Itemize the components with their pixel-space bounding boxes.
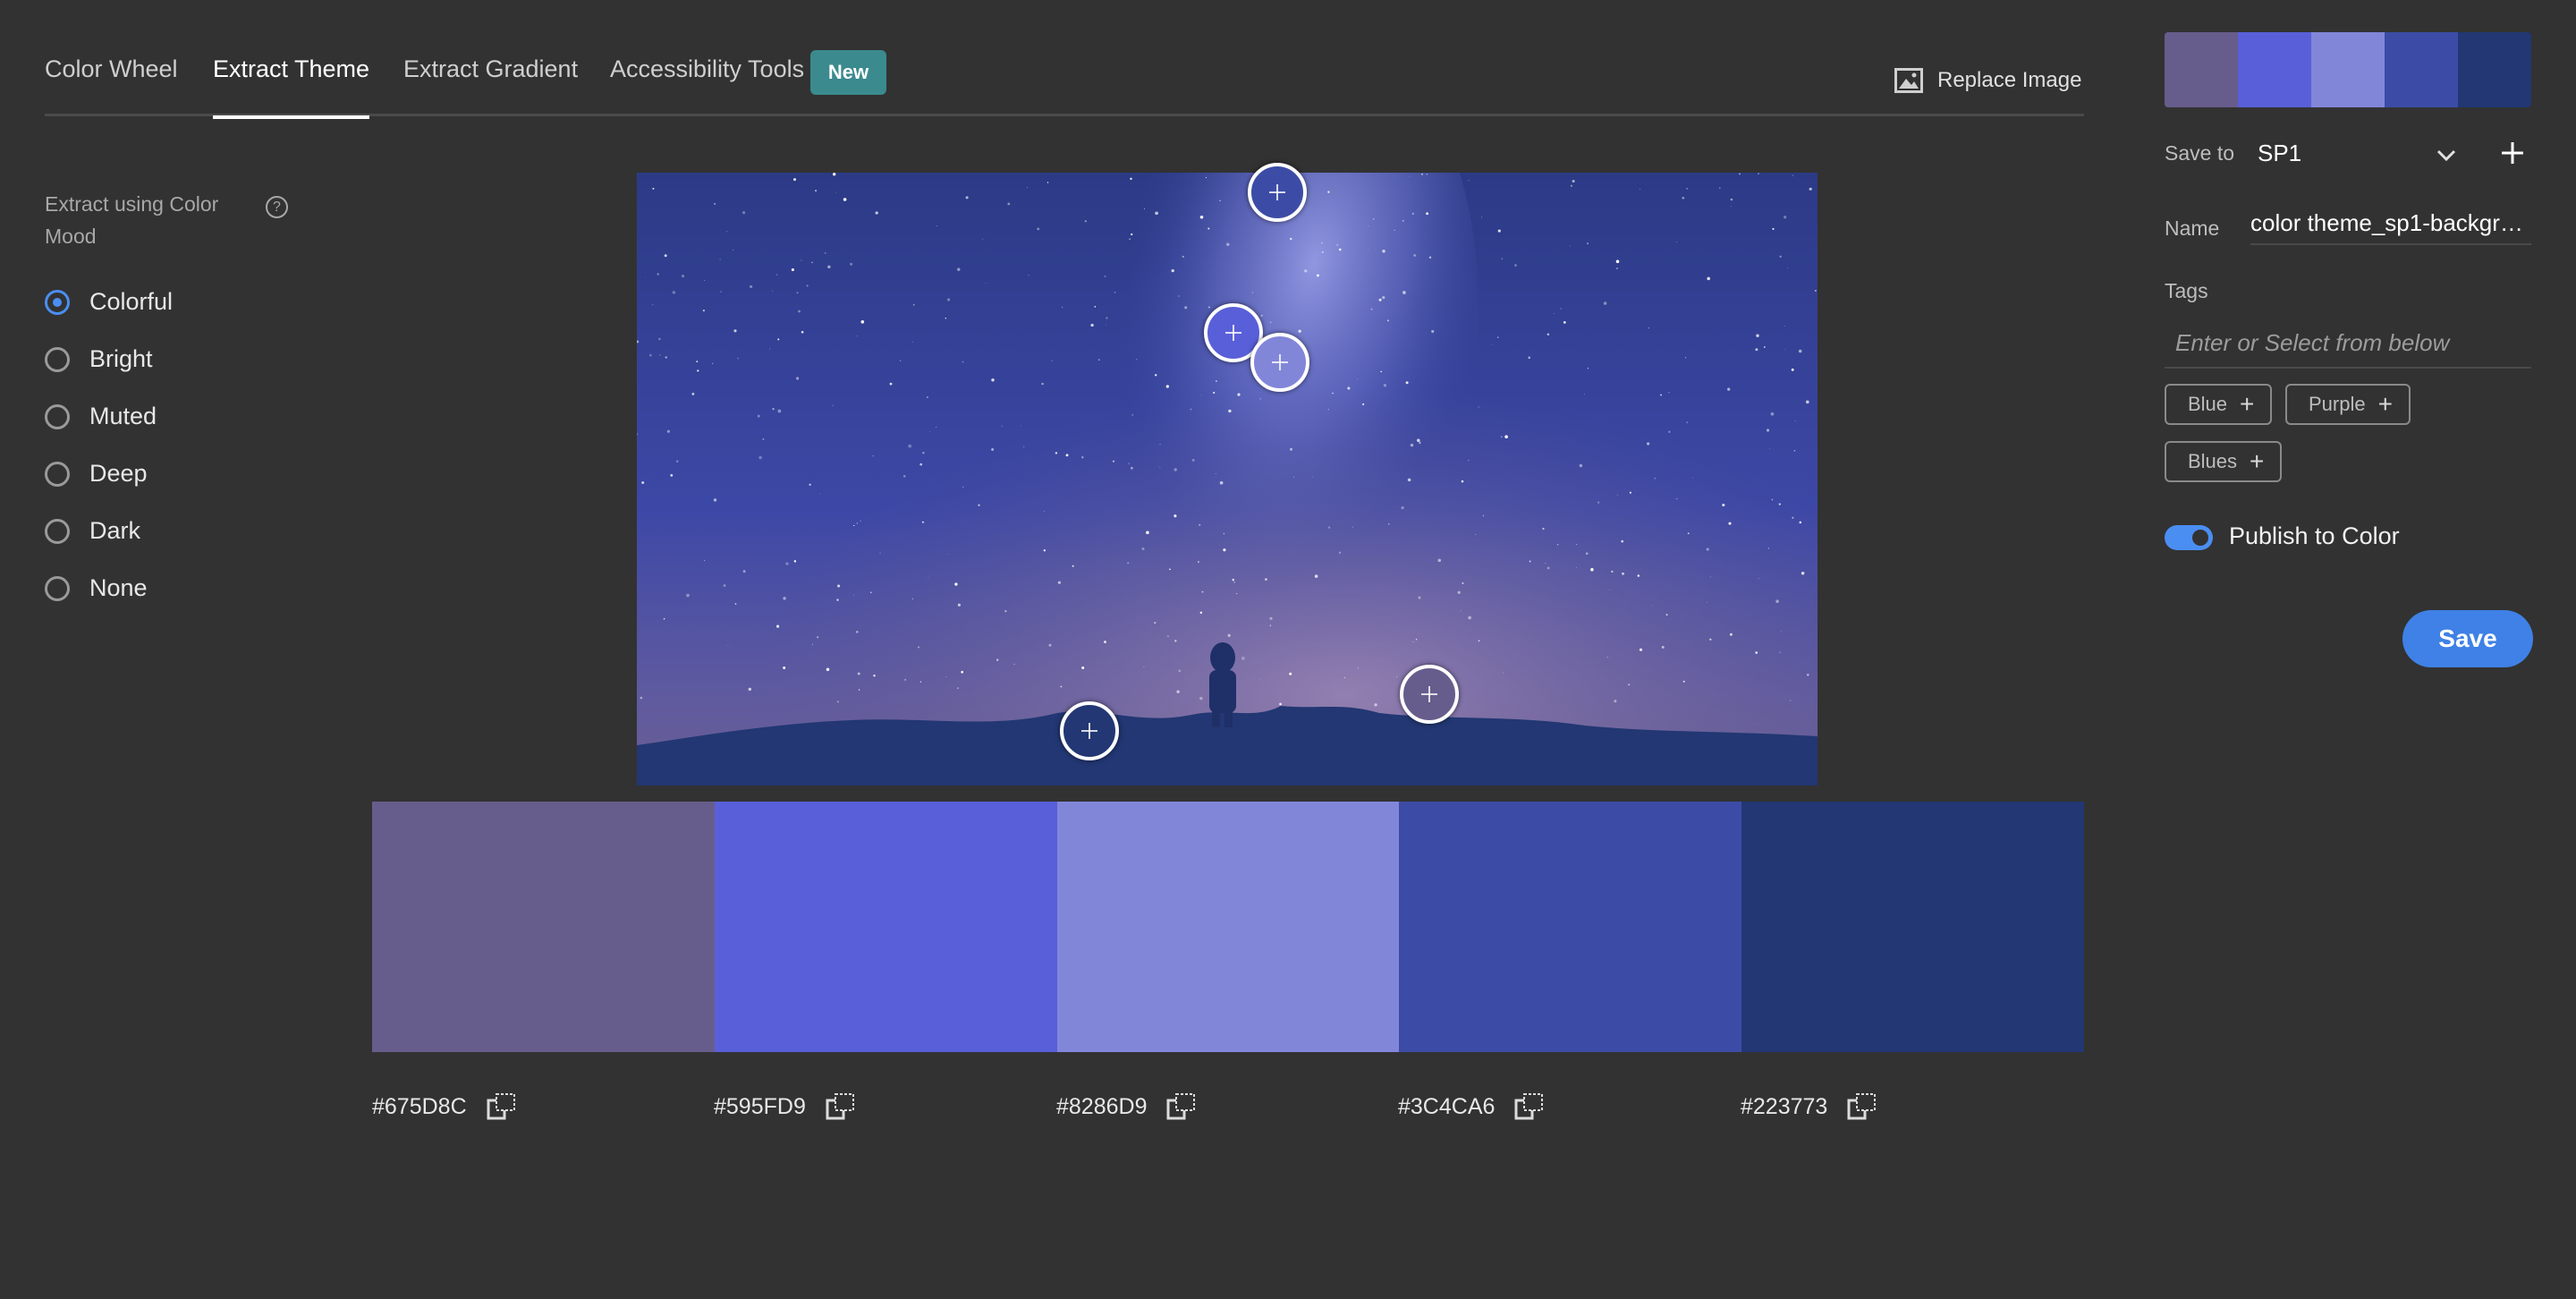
color-picker-handle[interactable]: [1060, 701, 1119, 760]
mood-option-label: Muted: [89, 403, 157, 429]
mood-option-dark[interactable]: Dark: [45, 517, 140, 545]
source-image[interactable]: [637, 173, 1818, 785]
radio-icon: [45, 575, 70, 601]
color-swatch[interactable]: [714, 802, 1057, 1052]
mood-option-colorful[interactable]: Colorful: [45, 288, 173, 316]
night-sky-image: [637, 173, 1818, 785]
hex-code[interactable]: #595FD9: [714, 1094, 806, 1120]
chevron-down-icon[interactable]: [2435, 143, 2458, 166]
mood-option-label: Dark: [89, 517, 141, 544]
color-picker-handle[interactable]: [1250, 333, 1309, 392]
preview-swatch: [2238, 32, 2311, 107]
mood-option-label: None: [89, 574, 148, 601]
color-swatch[interactable]: [372, 802, 715, 1052]
tags-input[interactable]: [2165, 318, 2531, 369]
replace-image-label: Replace Image: [1937, 68, 2082, 92]
tag-label: Blues: [2188, 450, 2238, 472]
mood-option-muted[interactable]: Muted: [45, 403, 157, 430]
new-badge: New: [810, 50, 886, 95]
preview-swatch: [2385, 32, 2458, 107]
preview-swatch: [2311, 32, 2385, 107]
copy-icon[interactable]: [487, 1091, 517, 1122]
copy-icon[interactable]: [1847, 1091, 1877, 1122]
mood-option-deep[interactable]: Deep: [45, 460, 148, 488]
image-icon: [1894, 68, 1923, 93]
tab-extract-gradient[interactable]: Extract Gradient: [403, 55, 578, 116]
radio-icon: [45, 461, 70, 487]
hex-value-4: #3C4CA6: [1398, 1091, 1545, 1122]
help-icon[interactable]: ?: [266, 196, 288, 218]
plus-icon: +: [2377, 390, 2393, 418]
hex-code[interactable]: #223773: [1741, 1094, 1827, 1120]
mood-option-label: Deep: [89, 460, 148, 487]
tab-extract-theme[interactable]: Extract Theme: [213, 55, 370, 119]
hex-code[interactable]: #3C4CA6: [1398, 1094, 1495, 1120]
color-swatch[interactable]: [1056, 802, 1400, 1052]
radio-icon: [45, 403, 70, 429]
tab-color-wheel[interactable]: Color Wheel: [45, 55, 178, 116]
theme-swatches: [372, 802, 2084, 1052]
theme-preview: [2165, 32, 2531, 107]
color-picker-handle[interactable]: [1248, 163, 1307, 222]
tab-accessibility-tools[interactable]: Accessibility Tools: [610, 55, 804, 116]
tag-blue[interactable]: Blue +: [2165, 384, 2273, 425]
copy-icon[interactable]: [1514, 1091, 1545, 1122]
mood-option-none[interactable]: None: [45, 574, 148, 602]
save-to-label: Save to: [2165, 141, 2234, 165]
tag-blues[interactable]: Blues +: [2165, 441, 2283, 482]
radio-icon: [45, 289, 70, 315]
mood-option-bright[interactable]: Bright: [45, 345, 153, 373]
radio-icon: [45, 518, 70, 544]
tag-label: Blue: [2188, 393, 2228, 415]
hex-value-2: #595FD9: [714, 1091, 856, 1122]
theme-name-field[interactable]: color theme_sp1-backgro...: [2250, 209, 2531, 245]
hex-value-3: #8286D9: [1056, 1091, 1197, 1122]
plus-icon: +: [2250, 447, 2265, 475]
name-label: Name: [2165, 216, 2220, 240]
save-button[interactable]: Save: [2402, 610, 2533, 667]
library-select[interactable]: SP1: [2258, 140, 2463, 167]
publish-toggle[interactable]: [2165, 525, 2213, 550]
hex-value-5: #223773: [1741, 1091, 1877, 1122]
radio-icon: [45, 346, 70, 372]
color-mood-label: Extract using Color Mood: [45, 192, 219, 248]
mood-option-label: Bright: [89, 345, 153, 372]
add-library-icon[interactable]: [2499, 140, 2526, 166]
tags-label: Tags: [2165, 279, 2208, 302]
copy-icon[interactable]: [826, 1091, 856, 1122]
color-swatch[interactable]: [1741, 802, 2084, 1052]
hex-code[interactable]: #675D8C: [372, 1094, 467, 1120]
publish-label: Publish to Color: [2229, 522, 2400, 549]
copy-icon[interactable]: [1166, 1091, 1197, 1122]
replace-image-button[interactable]: Replace Image: [1894, 68, 2081, 93]
top-nav: Color Wheel Extract Theme Extract Gradie…: [45, 0, 2084, 119]
tag-purple[interactable]: Purple +: [2285, 384, 2411, 425]
hex-code[interactable]: #8286D9: [1056, 1094, 1147, 1120]
mood-option-label: Colorful: [89, 288, 174, 315]
hex-value-1: #675D8C: [372, 1091, 517, 1122]
tag-label: Purple: [2309, 393, 2366, 415]
preview-swatch: [2165, 32, 2238, 107]
color-picker-handle[interactable]: [1400, 665, 1459, 724]
preview-swatch: [2458, 32, 2531, 107]
color-swatch[interactable]: [1399, 802, 1742, 1052]
plus-icon: +: [2240, 390, 2255, 418]
